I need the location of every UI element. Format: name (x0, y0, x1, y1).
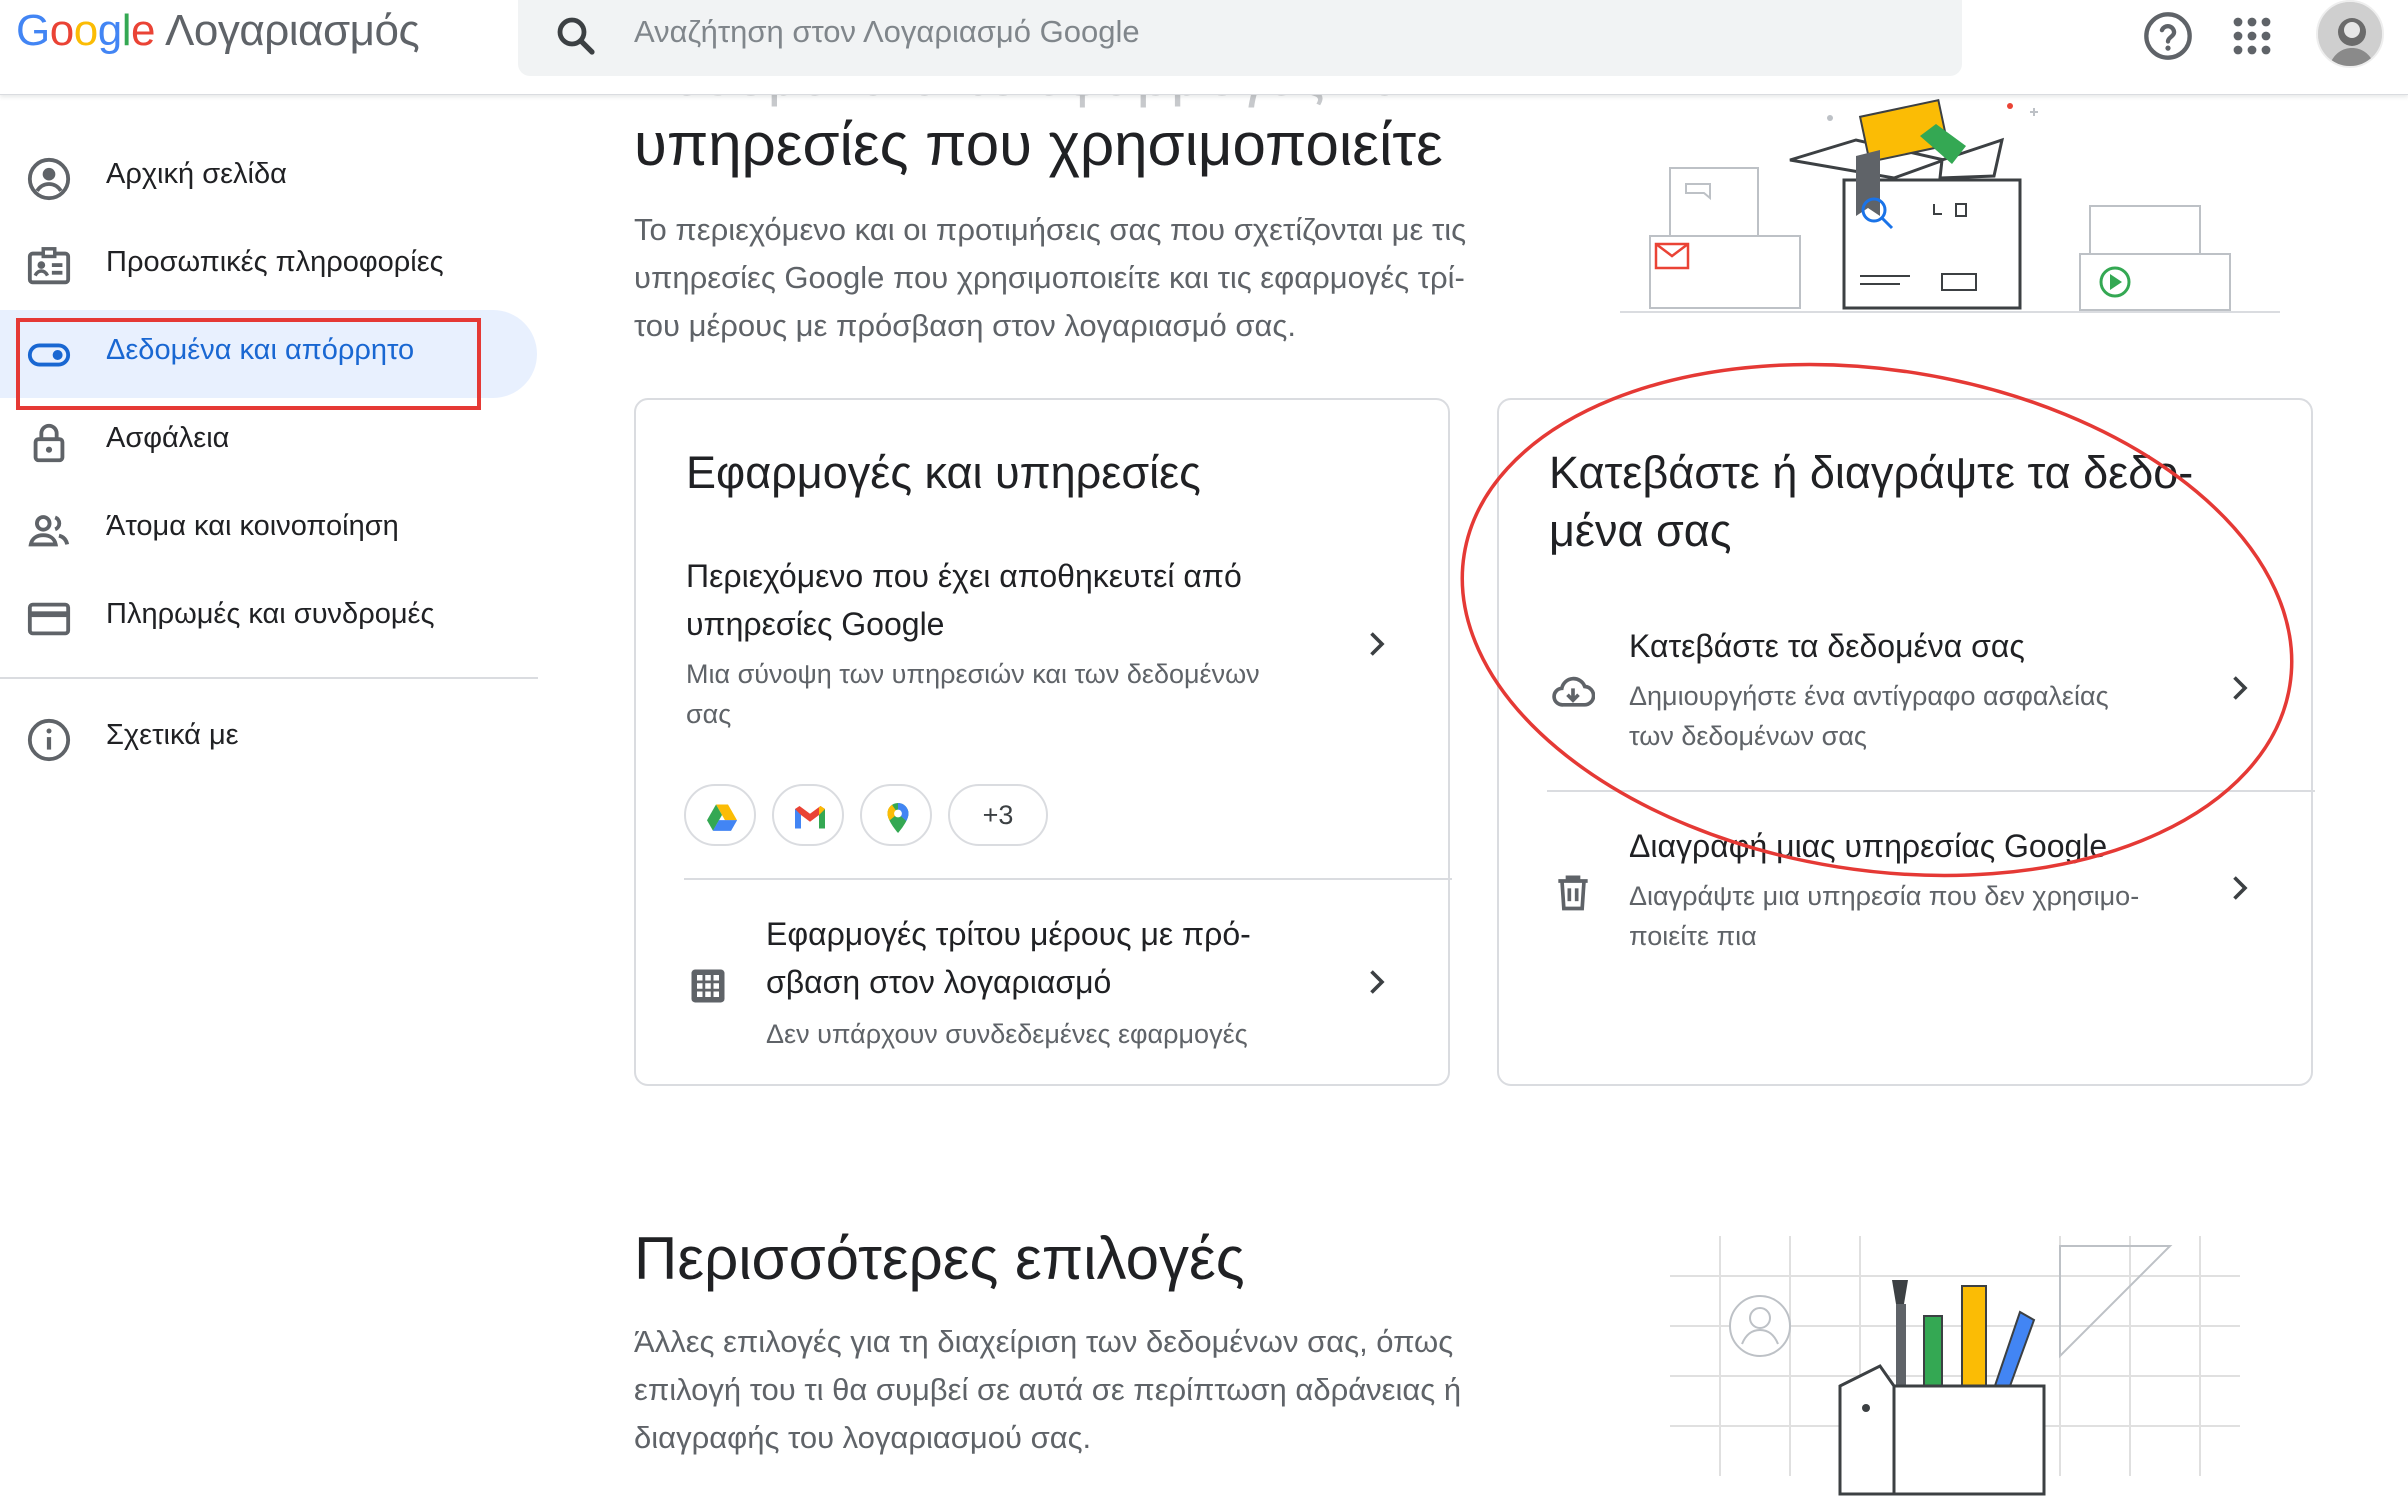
sidebar-item-label: Προσωπικές πληροφορίες (106, 246, 444, 278)
sidebar-item-label: Πληρωμές και συνδρομές (106, 598, 435, 630)
section-heading: υπηρεσίες που χρησιμοποιείτε (634, 111, 1443, 178)
search-input[interactable]: Αναζήτηση στον Λογαριασμό Google (634, 14, 1140, 50)
profile-photo-icon (2318, 2, 2382, 66)
id-card-icon (27, 247, 71, 285)
section-heading: Περισσότερες επιλογές (634, 1225, 1245, 1292)
help-icon[interactable] (2142, 10, 2194, 62)
sidebar-divider (0, 677, 538, 679)
download-data-row-title[interactable]: Κατεβάστε τα δεδομένα σας (1629, 622, 2025, 670)
sidebar-item-about[interactable]: Σχετικά με (0, 695, 537, 783)
google-drive-icon (707, 804, 737, 831)
sidebar-item-payments[interactable]: Πληρωμές και συνδρομές (0, 574, 537, 662)
trash-icon (1558, 875, 1588, 911)
cloud-download-icon (1552, 676, 1595, 707)
download-delete-card: Κατεβάστε ή διαγράψτε τα δεδο- μένα σας … (1497, 398, 2315, 1086)
avatar[interactable] (2316, 0, 2384, 68)
gmail-chip[interactable] (772, 784, 844, 846)
toolbox-illustration (1670, 1236, 2240, 1496)
row-divider (1547, 790, 2315, 792)
chevron-right-icon[interactable] (2221, 870, 2257, 906)
chevron-right-icon[interactable] (1358, 964, 1394, 1000)
apps-grid-icon[interactable] (2228, 12, 2276, 60)
people-icon (28, 515, 70, 547)
section-description: Το περιεχόμενο και οι προτιμήσεις σας πο… (634, 212, 1467, 343)
row-divider (684, 878, 1452, 880)
third-party-apps-row-subtitle: Δεν υπάρχουν συνδεδεμένες εφαρμογές (766, 1019, 1248, 1049)
search-bar[interactable]: Αναζήτηση στον Λογαριασμό Google (518, 0, 1962, 76)
product-name: Λογαριασμός (164, 6, 420, 55)
sidebar-item-label: Σχετικά με (106, 719, 239, 751)
gmail-icon (795, 806, 825, 829)
google-account-logo[interactable]: Google Λογαριασμός (16, 6, 420, 56)
delete-service-row-title[interactable]: Διαγραφή μιας υπηρεσίας Google (1629, 822, 2107, 870)
section-description: Άλλες επιλογές για τη διαχείριση των δεδ… (634, 1324, 1462, 1455)
sidebar-item-home[interactable]: Αρχική σελίδα (0, 134, 537, 222)
sidebar-item-personal-info[interactable]: Προσωπικές πληροφορίες (0, 222, 537, 310)
apps-services-card: Εφαρμογές και υπηρεσίες Περιεχόμενο που … (634, 398, 1452, 1086)
saved-content-row-subtitle: Μια σύνοψη των υπηρεσιών και των δεδομέν… (686, 659, 1260, 729)
highlight-box-annotation (16, 318, 481, 410)
card-title: Εφαρμογές και υπηρεσίες (686, 447, 1201, 498)
sidebar-item-label: Ασφάλεια (106, 422, 230, 454)
account-circle-icon (27, 157, 71, 201)
map-pin-icon (887, 803, 909, 833)
sidebar-item-people-sharing[interactable]: Άτομα και κοινοποίηση (0, 486, 537, 574)
sidebar-item-label: Αρχική σελίδα (106, 158, 287, 190)
google-drive-chip[interactable] (684, 784, 756, 846)
credit-card-icon (27, 602, 71, 636)
search-icon[interactable] (552, 12, 600, 60)
delete-service-row-subtitle: Διαγράψτε μια υπηρεσία που δεν χρησιμο- … (1629, 881, 2140, 951)
sidebar-item-label: Άτομα και κοινοποίηση (106, 510, 399, 542)
info-icon (27, 718, 71, 762)
lock-icon (33, 423, 65, 463)
google-maps-chip[interactable] (860, 784, 932, 846)
third-party-apps-row-title[interactable]: Εφαρμογές τρίτου μέρους με πρό- σβαση στ… (766, 910, 1346, 1006)
top-app-bar: Google Λογαριασμός Αναζήτηση στον Λογαρια… (0, 0, 2408, 95)
chevron-right-icon[interactable] (1358, 626, 1394, 662)
apps-grid-icon (691, 969, 725, 1003)
saved-content-row-title[interactable]: Περιεχόμενο που έχει αποθηκευτεί από υπη… (686, 552, 1376, 648)
card-title: Κατεβάστε ή διαγράψτε τα δεδο- μένα σας (1549, 447, 2194, 556)
chevron-right-icon[interactable] (2221, 670, 2257, 706)
sidebar-item-security[interactable]: Ασφάλεια (0, 398, 537, 486)
download-data-row-subtitle: Δημιουργήστε ένα αντίγραφο ασφαλείας των… (1629, 681, 2109, 751)
more-services-chip[interactable]: +3 (948, 784, 1048, 846)
data-box-illustration (1620, 99, 2280, 313)
